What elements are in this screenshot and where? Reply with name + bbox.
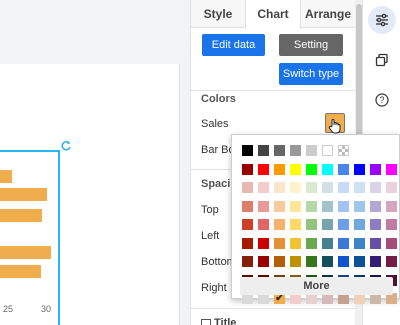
- help-icon[interactable]: ?: [368, 86, 396, 114]
- tab-chart[interactable]: Chart: [245, 0, 301, 29]
- title-checkbox-label: Title: [214, 317, 237, 325]
- color-swatch[interactable]: [354, 256, 365, 267]
- color-swatch[interactable]: [370, 238, 381, 249]
- color-swatch[interactable]: [258, 145, 269, 156]
- color-swatch[interactable]: [338, 256, 349, 267]
- color-swatch[interactable]: [242, 182, 253, 193]
- panel-tabs: Style Chart Arrange: [191, 0, 355, 29]
- svg-text:?: ?: [379, 95, 384, 105]
- color-swatch[interactable]: [338, 238, 349, 249]
- color-swatch[interactable]: [322, 201, 333, 212]
- sales-color-label: Sales: [201, 118, 229, 130]
- color-swatch[interactable]: [354, 182, 365, 193]
- color-swatch[interactable]: [242, 201, 253, 212]
- color-swatch[interactable]: [322, 256, 333, 267]
- spacing-left-label: Left: [201, 230, 220, 242]
- color-swatch[interactable]: [322, 238, 333, 249]
- divider: [191, 308, 355, 309]
- color-swatch[interactable]: [306, 238, 317, 249]
- color-swatch[interactable]: [386, 182, 397, 193]
- color-swatch[interactable]: [338, 201, 349, 212]
- color-swatch[interactable]: [370, 164, 381, 175]
- color-swatch[interactable]: [290, 145, 301, 156]
- color-swatch[interactable]: [258, 219, 269, 230]
- tab-arrange[interactable]: Arrange: [301, 0, 355, 27]
- color-swatch[interactable]: [258, 256, 269, 267]
- color-swatch[interactable]: [322, 219, 333, 230]
- color-swatch[interactable]: [338, 182, 349, 193]
- tab-style[interactable]: Style: [191, 0, 245, 27]
- color-swatch[interactable]: [322, 182, 333, 193]
- color-swatch[interactable]: [274, 219, 285, 230]
- color-swatch[interactable]: [274, 145, 285, 156]
- color-swatch[interactable]: [258, 182, 269, 193]
- color-swatch[interactable]: [322, 164, 333, 175]
- rotate-icon[interactable]: [60, 140, 74, 154]
- color-swatch[interactable]: [258, 238, 269, 249]
- color-palette-popup: ✔ More: [231, 134, 400, 304]
- setting-button[interactable]: Setting: [279, 34, 343, 56]
- color-swatch[interactable]: [290, 256, 301, 267]
- color-swatch[interactable]: [386, 219, 397, 230]
- color-swatch[interactable]: [242, 219, 253, 230]
- color-swatch[interactable]: [322, 145, 333, 156]
- color-swatch[interactable]: [354, 164, 365, 175]
- copy-icon[interactable]: [368, 46, 396, 74]
- color-swatch[interactable]: [274, 182, 285, 193]
- color-swatch[interactable]: [386, 238, 397, 249]
- divider: [191, 90, 355, 91]
- color-swatch[interactable]: [258, 164, 269, 175]
- color-swatch[interactable]: [274, 201, 285, 212]
- color-swatch[interactable]: [306, 164, 317, 175]
- color-swatch[interactable]: [290, 164, 301, 175]
- color-swatch[interactable]: [386, 201, 397, 212]
- chart-selection-box[interactable]: [0, 150, 60, 325]
- color-swatch[interactable]: [306, 145, 317, 156]
- color-swatch[interactable]: [274, 164, 285, 175]
- switch-type-button[interactable]: Switch type: [279, 63, 343, 85]
- color-swatch[interactable]: [370, 201, 381, 212]
- color-swatch[interactable]: [274, 256, 285, 267]
- color-swatch[interactable]: [354, 219, 365, 230]
- sliders-icon[interactable]: [368, 6, 396, 34]
- color-swatch[interactable]: [290, 201, 301, 212]
- color-swatch[interactable]: [290, 182, 301, 193]
- color-swatch[interactable]: [258, 201, 269, 212]
- color-swatch[interactable]: [354, 238, 365, 249]
- color-swatch[interactable]: [242, 256, 253, 267]
- color-swatch[interactable]: [370, 256, 381, 267]
- edit-data-button[interactable]: Edit data: [202, 34, 265, 56]
- color-swatch[interactable]: [386, 256, 397, 267]
- more-colors-button[interactable]: More: [240, 277, 393, 295]
- spacing-right-label: Right: [201, 282, 227, 294]
- title-checkbox[interactable]: [201, 319, 211, 325]
- hand-cursor-icon: [328, 118, 342, 138]
- color-swatch[interactable]: [370, 182, 381, 193]
- color-swatch[interactable]: [306, 219, 317, 230]
- color-swatch[interactable]: [242, 238, 253, 249]
- color-swatch[interactable]: [290, 219, 301, 230]
- color-swatch[interactable]: [370, 219, 381, 230]
- color-swatch[interactable]: [338, 164, 349, 175]
- color-swatch[interactable]: [306, 256, 317, 267]
- color-swatch[interactable]: [386, 164, 397, 175]
- color-swatch[interactable]: [306, 182, 317, 193]
- color-swatch[interactable]: [338, 145, 349, 156]
- color-swatch[interactable]: [242, 164, 253, 175]
- chart-canvas[interactable]: 25 30: [0, 0, 190, 325]
- color-swatch[interactable]: [290, 238, 301, 249]
- color-swatch[interactable]: [354, 201, 365, 212]
- color-swatch[interactable]: [274, 238, 285, 249]
- color-swatch[interactable]: [338, 219, 349, 230]
- colors-section-title: Colors: [201, 93, 236, 105]
- color-swatch[interactable]: [242, 145, 253, 156]
- spacing-top-label: Top: [201, 204, 219, 216]
- color-swatch[interactable]: [306, 201, 317, 212]
